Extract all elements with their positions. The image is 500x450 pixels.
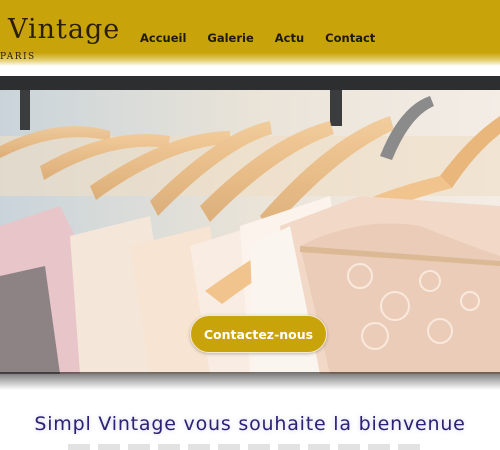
logo-name: Vintage <box>8 14 121 45</box>
nav-item-actu[interactable]: Actu <box>275 31 304 49</box>
main-nav: Accueil Galerie Actu Contact <box>140 31 396 49</box>
site-header: Vintage PARIS Accueil Galerie Actu Conta… <box>0 0 500 66</box>
nav-item-galerie[interactable]: Galerie <box>207 31 253 49</box>
hero-shadow <box>0 372 500 390</box>
intro-text-cropped <box>68 444 428 450</box>
contact-us-button[interactable]: Contactez-nous <box>190 315 327 353</box>
logo-tagline: PARIS <box>0 52 36 62</box>
welcome-heading: Simpl Vintage vous souhaite la bienvenue <box>34 413 466 435</box>
nav-item-accueil[interactable]: Accueil <box>140 31 186 49</box>
site-logo[interactable]: Vintage PARIS <box>0 14 130 64</box>
nav-item-contact[interactable]: Contact <box>325 31 375 49</box>
